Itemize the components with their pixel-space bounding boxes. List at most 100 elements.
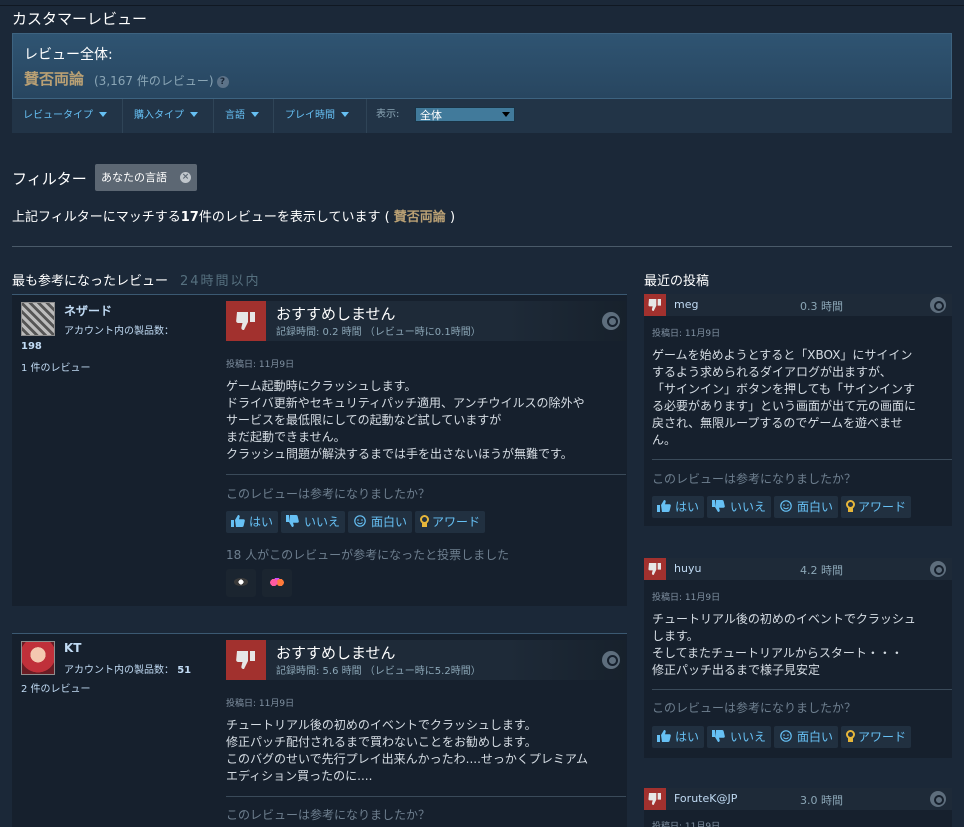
award-button[interactable]: アワード: [841, 496, 912, 518]
helpful-question: このレビューは参考になりましたか？: [652, 701, 857, 715]
filter-chip-language[interactable]: あなたの言語 ×: [95, 164, 197, 191]
vote-no-button[interactable]: いいえ: [281, 511, 346, 533]
filter-playtime[interactable]: プレイ時間: [274, 99, 367, 133]
review-text: ゲームを始めようとすると「XBOX」にサイイン するよう求められるダイアログが出…: [652, 348, 917, 447]
chevron-down-icon: [99, 112, 107, 117]
review-summary: レビュー全体: 賛否両論 (3,167 件のレビュー)?: [12, 33, 952, 99]
vote-buttons: はい いいえ 面白い アワード: [652, 726, 914, 748]
award-icon: [846, 730, 856, 742]
review-count[interactable]: 2 件のレビュー: [21, 680, 91, 695]
summary-label: レビュー全体:: [24, 47, 113, 63]
helpful-votes: 18 人がこのレビューが参考になったと投票しました: [226, 548, 510, 562]
reviewer-name[interactable]: ネザード: [64, 302, 112, 319]
reviewer-name[interactable]: ForuteK@JP: [674, 792, 737, 805]
recent-review-header[interactable]: huyu 4.2 時間: [644, 558, 952, 580]
helpful-question: このレビューは参考になりましたか？: [226, 808, 431, 822]
posted-date: 投稿日: 11月9日: [226, 699, 295, 709]
thumbs-down-icon: [226, 301, 266, 341]
review-count[interactable]: 1 件のレビュー: [21, 359, 91, 374]
recent-review-card: meg 0.3 時間 投稿日: 11月9日 ゲームを始めようとすると「XBOX」…: [644, 294, 952, 526]
steam-icon: [930, 297, 946, 313]
award-button[interactable]: アワード: [841, 726, 912, 748]
playtime: 3.0 時間: [800, 794, 843, 807]
thumbs-down-icon: [644, 294, 666, 316]
vote-funny-button[interactable]: 面白い: [774, 726, 839, 748]
posted-date: 投稿日: 11月9日: [652, 593, 721, 603]
thumbs-down-icon: [712, 500, 726, 512]
summary-score[interactable]: 賛否両論: [24, 68, 84, 89]
review-verdict[interactable]: おすすめしません 記録時間: 5.6 時間 （レビュー時に5.2時間）: [226, 640, 626, 680]
vote-yes-button[interactable]: はい: [652, 496, 705, 518]
reviewer-name[interactable]: meg: [674, 298, 698, 311]
section-title: カスタマーレビュー: [12, 10, 148, 28]
verdict-title: おすすめしません: [276, 644, 396, 662]
show-select[interactable]: 全体: [415, 107, 515, 122]
award-badge-icon[interactable]: [262, 569, 292, 597]
review-text: チュートリアル後の初めのイベントでクラッシュします。 修正パッチ配付されるまで買…: [226, 718, 589, 783]
recent-review-header[interactable]: meg 0.3 時間: [644, 294, 952, 316]
vote-buttons: はい いいえ 面白い アワード: [652, 496, 914, 518]
top-border: [0, 0, 964, 6]
help-icon[interactable]: ?: [216, 76, 229, 88]
playtime: 記録時間: 5.6 時間 （レビュー時に5.2時間）: [276, 666, 481, 677]
chevron-down-icon: [502, 112, 510, 117]
product-count-label: アカウント内の製品数：: [64, 326, 174, 337]
reviewer-name[interactable]: KT: [64, 641, 81, 655]
thumbs-down-icon: [644, 558, 666, 580]
thumbs-up-icon: [657, 730, 671, 742]
most-helpful-heading: 最も参考になったレビュー 24時間以内: [12, 274, 261, 289]
helpful-question: このレビューは参考になりましたか？: [652, 472, 857, 486]
award-button[interactable]: アワード: [415, 511, 486, 533]
vote-yes-button[interactable]: はい: [652, 726, 705, 748]
chevron-down-icon: [251, 112, 259, 117]
chevron-down-icon: [190, 112, 198, 117]
review-verdict[interactable]: おすすめしません 記録時間: 0.2 時間 （レビュー時に0.1時間）: [226, 301, 626, 341]
smiley-icon: [779, 500, 793, 512]
summary-count: (3,167 件のレビュー)?: [94, 72, 229, 89]
thumbs-down-icon: [644, 788, 666, 810]
helpful-question: このレビューは参考になりましたか？: [226, 487, 431, 501]
filter-label: フィルター: [12, 170, 87, 188]
steam-icon: [930, 791, 946, 807]
divider: [226, 796, 626, 797]
steam-icon: [602, 312, 620, 330]
product-count-label: アカウント内の製品数： 51: [64, 665, 192, 676]
product-count[interactable]: 198: [21, 341, 42, 352]
review-card: ネザード アカウント内の製品数： 198 1 件のレビュー おすすめしません 記…: [12, 294, 627, 606]
vote-no-button[interactable]: いいえ: [707, 726, 772, 748]
show-label: 表示:: [376, 109, 400, 120]
thumbs-down-icon: [226, 640, 266, 680]
vote-buttons: はい いいえ 面白い アワード: [226, 511, 488, 533]
filter-review-type[interactable]: レビュータイプ: [12, 99, 123, 133]
thumbs-down-icon: [286, 515, 300, 527]
vote-yes-button[interactable]: はい: [226, 511, 279, 533]
divider: [12, 246, 952, 247]
playtime: 0.3 時間: [800, 300, 843, 313]
award-badge-icon[interactable]: [226, 569, 256, 597]
recent-review-header[interactable]: ForuteK@JP 3.0 時間: [644, 788, 952, 810]
vote-no-button[interactable]: いいえ: [707, 496, 772, 518]
recent-review-card: huyu 4.2 時間 投稿日: 11月9日 チュートリアル後の初めのイベントで…: [644, 558, 952, 758]
avatar[interactable]: [21, 641, 55, 675]
smiley-icon: [353, 515, 367, 527]
award-icon: [420, 515, 430, 527]
verdict-title: おすすめしません: [276, 305, 396, 323]
close-icon[interactable]: ×: [180, 172, 191, 183]
steam-icon: [930, 561, 946, 577]
vote-funny-button[interactable]: 面白い: [348, 511, 413, 533]
playtime: 記録時間: 0.2 時間 （レビュー時に0.1時間）: [276, 327, 481, 338]
reviewer-name[interactable]: huyu: [674, 562, 701, 575]
divider: [652, 459, 952, 460]
vote-funny-button[interactable]: 面白い: [774, 496, 839, 518]
avatar[interactable]: [21, 302, 55, 336]
filter-language[interactable]: 言語: [214, 99, 274, 133]
thumbs-up-icon: [231, 515, 245, 527]
steam-icon: [602, 651, 620, 669]
playtime: 4.2 時間: [800, 564, 843, 577]
posted-date: 投稿日: 11月9日: [226, 360, 295, 370]
chevron-down-icon: [341, 112, 349, 117]
match-summary: 上記フィルターにマッチする17件のレビューを表示しています ( 賛否両論 ): [12, 210, 456, 225]
recent-review-card: ForuteK@JP 3.0 時間 投稿日: 11月9日: [644, 788, 952, 827]
filter-purchase-type[interactable]: 購入タイプ: [123, 99, 214, 133]
product-count[interactable]: 51: [177, 665, 191, 676]
